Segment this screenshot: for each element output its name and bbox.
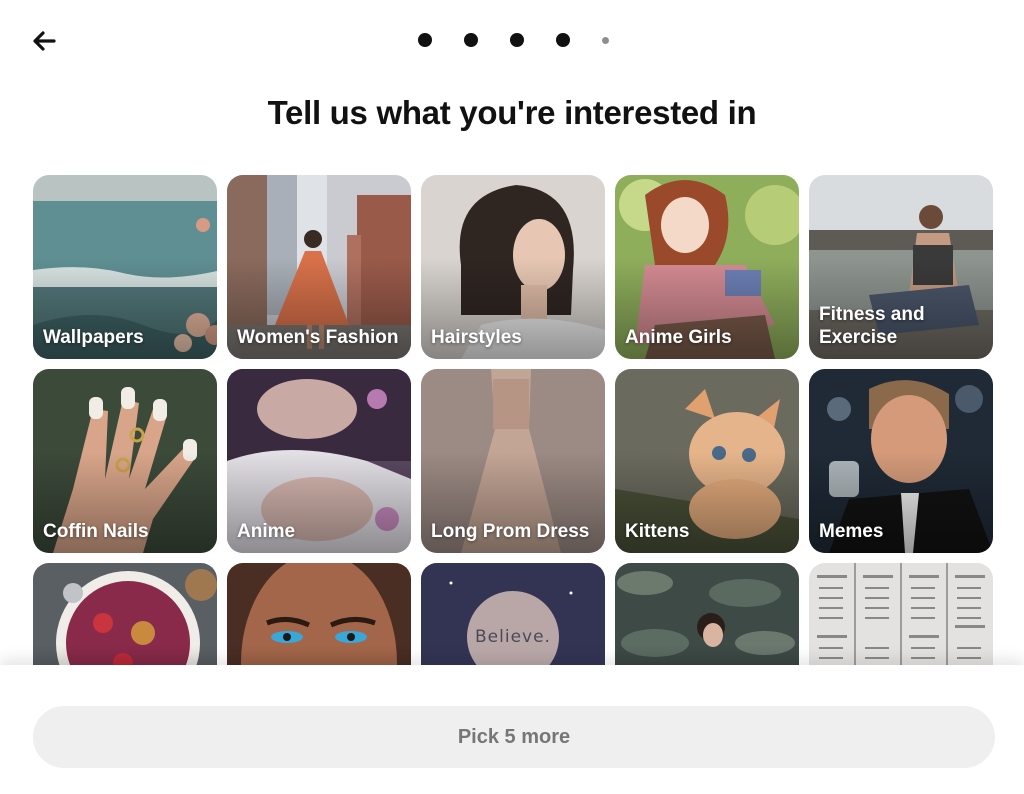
topic-tile-long-prom-dress[interactable]: Long Prom Dress bbox=[421, 369, 605, 553]
topic-tile-blue-eyeliner[interactable] bbox=[227, 563, 411, 665]
tile-shade bbox=[227, 563, 411, 665]
topic-tile-hairstyles[interactable]: Hairstyles bbox=[421, 175, 605, 359]
arrow-left-icon bbox=[33, 31, 56, 51]
topic-tile-kittens[interactable]: Kittens bbox=[615, 369, 799, 553]
topic-label: Memes bbox=[819, 521, 884, 542]
topic-tile-word-list[interactable] bbox=[809, 563, 993, 665]
page-title: Tell us what you're interested in bbox=[267, 94, 757, 131]
topic-tile-womens-fashion[interactable]: Women's Fashion bbox=[227, 175, 411, 359]
topic-label: Fitness and Exercise bbox=[819, 304, 925, 348]
topic-tile-galaxy-believe[interactable]: Believe. bbox=[421, 563, 605, 665]
progress-dot-complete bbox=[556, 33, 570, 47]
pick-more-button[interactable]: Pick 5 more bbox=[33, 706, 995, 768]
topic-label: Wallpapers bbox=[43, 327, 144, 348]
bottom-action-bar: Pick 5 more bbox=[0, 665, 1024, 794]
interest-picker-screen: Tell us what you're interested in Wallpa… bbox=[0, 0, 1024, 794]
topic-label: Anime Girls bbox=[625, 327, 732, 348]
back-button[interactable] bbox=[26, 24, 62, 58]
topic-label: Coffin Nails bbox=[43, 521, 149, 542]
topic-tile-wallpapers[interactable]: Wallpapers bbox=[33, 175, 217, 359]
step-progress-indicator bbox=[418, 33, 609, 47]
topic-image bbox=[809, 563, 993, 665]
topic-label: Anime bbox=[237, 521, 296, 542]
progress-dot-complete bbox=[510, 33, 524, 47]
topic-label: Long Prom Dress bbox=[431, 521, 590, 542]
progress-dot-complete bbox=[464, 33, 478, 47]
topic-tile-fitness-and-exercise[interactable]: Fitness and Exercise bbox=[809, 175, 993, 359]
topic-tile-memes[interactable]: Memes bbox=[809, 369, 993, 553]
tile-shade bbox=[615, 563, 799, 665]
topic-label: Kittens bbox=[625, 521, 690, 542]
topic-tile-anime[interactable]: Anime bbox=[227, 369, 411, 553]
believe-image-text: Believe. bbox=[475, 627, 551, 647]
topics-grid: Wallpapers Women's Fashion Hairstyles An… bbox=[33, 175, 995, 665]
topic-label: Women's Fashion bbox=[237, 327, 399, 348]
tile-shade bbox=[33, 563, 217, 665]
progress-dot-complete bbox=[418, 33, 432, 47]
topics-scroll-area[interactable]: Wallpapers Women's Fashion Hairstyles An… bbox=[33, 175, 995, 665]
topic-tile-anime-girls[interactable]: Anime Girls bbox=[615, 175, 799, 359]
topic-tile-coffin-nails[interactable]: Coffin Nails bbox=[33, 369, 217, 553]
progress-dot-current bbox=[602, 36, 609, 44]
topic-image bbox=[421, 563, 605, 665]
topic-tile-acai-bowl[interactable] bbox=[33, 563, 217, 665]
topic-label: Hairstyles bbox=[431, 327, 522, 348]
topic-tile-water-lilies[interactable] bbox=[615, 563, 799, 665]
